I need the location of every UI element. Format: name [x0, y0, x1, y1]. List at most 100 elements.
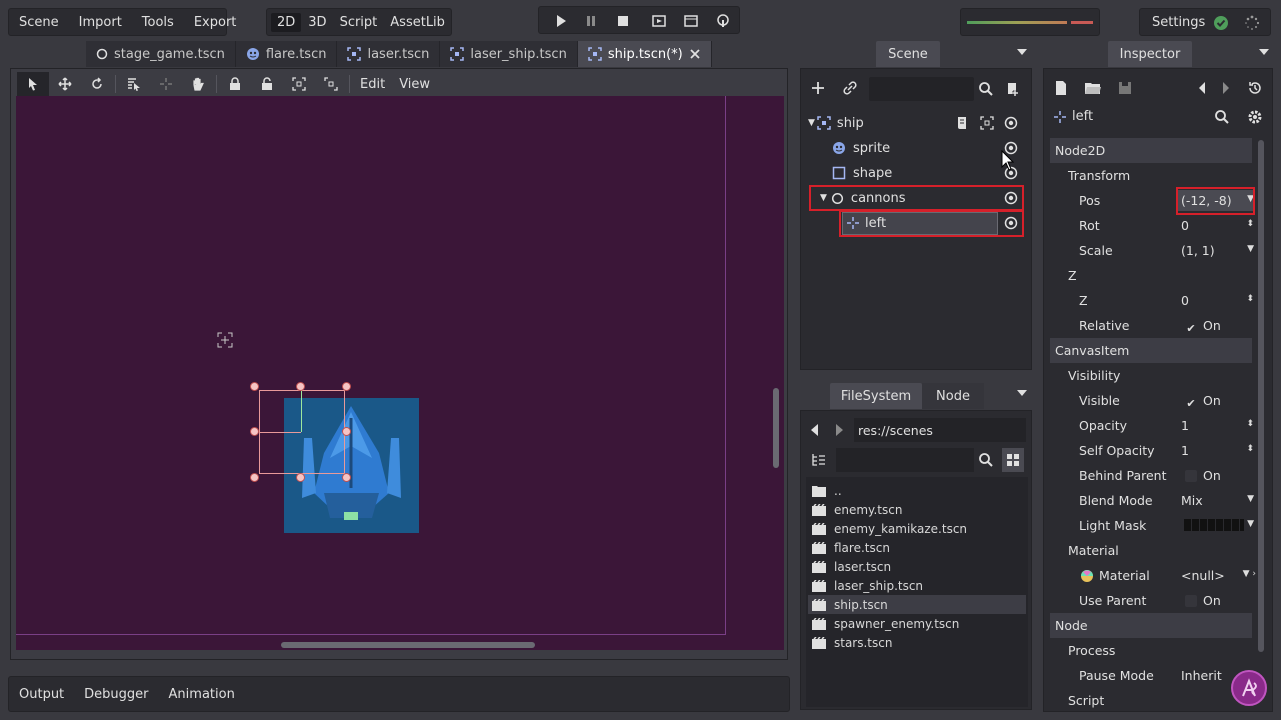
resize-handle[interactable] [296, 473, 305, 482]
tab-stage-game[interactable]: stage_game.tscn [86, 41, 236, 67]
file-item[interactable]: enemy.tscn [808, 500, 1026, 519]
group-material[interactable]: Material [1050, 538, 1258, 563]
split-view-icon[interactable] [811, 452, 827, 468]
play-icon[interactable] [553, 13, 569, 29]
file-item[interactable]: laser.tscn [808, 557, 1026, 576]
menu-scene[interactable]: Scene [9, 15, 69, 30]
inspector-scrollbar[interactable] [1258, 140, 1264, 652]
file-item[interactable]: stars.tscn [808, 633, 1026, 652]
move-tool-icon[interactable] [49, 72, 81, 96]
dropdown-arrow-icon[interactable]: ▼ [1247, 519, 1254, 529]
search-icon[interactable] [1214, 109, 1230, 125]
resize-handle[interactable] [250, 473, 259, 482]
tab-ship[interactable]: ship.tscn(*) [577, 41, 712, 67]
group-transform[interactable]: Transform [1050, 163, 1258, 188]
tab-laser[interactable]: laser.tscn [337, 41, 441, 67]
tree-node-sprite[interactable]: sprite [832, 137, 992, 159]
dock-menu-icon[interactable] [1258, 48, 1270, 56]
material-value[interactable]: <null> [1181, 568, 1225, 583]
resize-handle[interactable] [342, 427, 351, 436]
history-icon[interactable] [1247, 80, 1263, 96]
ungroup-icon[interactable] [315, 72, 347, 96]
add-node-icon[interactable] [810, 80, 826, 96]
tree-node-shape[interactable]: shape [832, 162, 992, 184]
resize-handle[interactable] [296, 382, 305, 391]
resize-handle[interactable] [250, 427, 259, 436]
opacity-value[interactable]: 1 [1181, 418, 1189, 433]
output-tab[interactable]: Output [9, 687, 74, 702]
inspector-dock-tab[interactable]: Inspector [1108, 41, 1192, 67]
file-item[interactable]: .. [808, 481, 1026, 500]
group-visibility[interactable]: Visibility [1050, 363, 1258, 388]
settings-button[interactable]: Settings [1152, 15, 1205, 30]
gear-icon[interactable] [1247, 109, 1263, 125]
file-item[interactable]: enemy_kamikaze.tscn [808, 519, 1026, 538]
filesystem-tab[interactable]: FileSystem [830, 383, 922, 409]
stop-icon[interactable] [615, 13, 631, 29]
scene-dock-tab[interactable]: Scene [876, 41, 940, 67]
dock-menu-icon[interactable] [1016, 389, 1028, 397]
pause-value[interactable]: Inherit [1181, 668, 1222, 683]
dock-menu-icon[interactable] [1016, 48, 1028, 56]
resize-handle[interactable] [342, 382, 351, 391]
file-item[interactable]: laser_ship.tscn [808, 576, 1026, 595]
checkbox-unchecked-icon[interactable] [1185, 595, 1197, 607]
section-canvasitem[interactable]: CanvasItem [1050, 338, 1252, 363]
file-item[interactable]: flare.tscn [808, 538, 1026, 557]
pivot-tool-icon[interactable] [150, 72, 182, 96]
viewport-view-menu[interactable]: View [393, 77, 436, 92]
script-icon[interactable] [955, 116, 969, 130]
pause-icon[interactable] [583, 13, 599, 29]
material-menu-icon[interactable]: ▼ › [1243, 569, 1256, 579]
group-icon[interactable] [980, 116, 994, 130]
behind-parent-checkbox[interactable]: On [1185, 468, 1221, 483]
unlock-icon[interactable] [251, 72, 283, 96]
file-item[interactable]: spawner_enemy.tscn [808, 614, 1026, 633]
resize-handle[interactable] [342, 473, 351, 482]
spin-arrows-icon[interactable]: ⬍ [1246, 444, 1254, 454]
rot-value[interactable]: 0 [1181, 218, 1189, 233]
path-field[interactable]: res://scenes [854, 418, 1026, 442]
menu-import[interactable]: Import [69, 15, 132, 30]
checkbox-checked-icon[interactable]: ✔ [1185, 398, 1197, 410]
play-custom-scene-icon[interactable] [683, 13, 699, 29]
vertical-scrollbar[interactable] [773, 388, 779, 468]
new-resource-icon[interactable] [1054, 80, 1068, 96]
blend-value[interactable]: Mix [1181, 493, 1203, 508]
tab-flare[interactable]: flare.tscn [235, 41, 338, 67]
debugger-tab[interactable]: Debugger [74, 687, 158, 702]
forward-arrow-icon[interactable] [832, 423, 846, 437]
menu-tools[interactable]: Tools [132, 15, 184, 30]
visible-checkbox[interactable]: ✔ On [1185, 393, 1220, 410]
tab-laser-ship[interactable]: laser_ship.tscn [440, 41, 578, 67]
viewport-edit-menu[interactable]: Edit [352, 77, 393, 92]
collapse-arrow-icon[interactable]: ▼ [808, 118, 815, 128]
save-icon[interactable] [1118, 81, 1132, 95]
light-mask-layers[interactable] [1184, 519, 1244, 531]
rotate-tool-icon[interactable] [81, 72, 113, 96]
group-process[interactable]: Process [1050, 638, 1258, 663]
visibility-eye-icon[interactable] [1004, 116, 1018, 130]
group-icon[interactable] [283, 72, 315, 96]
relative-checkbox[interactable]: ✔ On [1185, 318, 1220, 335]
instance-link-icon[interactable] [842, 80, 858, 96]
animation-tab[interactable]: Animation [159, 687, 245, 702]
lock-icon[interactable] [219, 72, 251, 96]
mode-script-button[interactable]: Script [334, 13, 384, 32]
spin-arrows-icon[interactable]: ⬍ [1246, 219, 1254, 229]
mode-assetlib-button[interactable]: AssetLib [384, 13, 451, 32]
scene-filter-input[interactable] [869, 77, 974, 101]
checkbox-checked-icon[interactable]: ✔ [1185, 323, 1197, 335]
checkbox-unchecked-icon[interactable] [1185, 470, 1197, 482]
group-z[interactable]: Z [1050, 263, 1258, 288]
z-value[interactable]: 0 [1181, 293, 1189, 308]
mode-3d-button[interactable]: 3D [302, 13, 332, 32]
node-tab[interactable]: Node [922, 383, 984, 409]
close-icon[interactable] [689, 48, 701, 60]
file-filter-input[interactable] [836, 448, 974, 472]
spin-arrows-icon[interactable]: ⬍ [1246, 419, 1254, 429]
deploy-icon[interactable] [715, 13, 731, 29]
menu-export[interactable]: Export [184, 15, 247, 30]
play-scene-icon[interactable] [651, 13, 667, 29]
use-parent-checkbox[interactable]: On [1185, 593, 1221, 608]
